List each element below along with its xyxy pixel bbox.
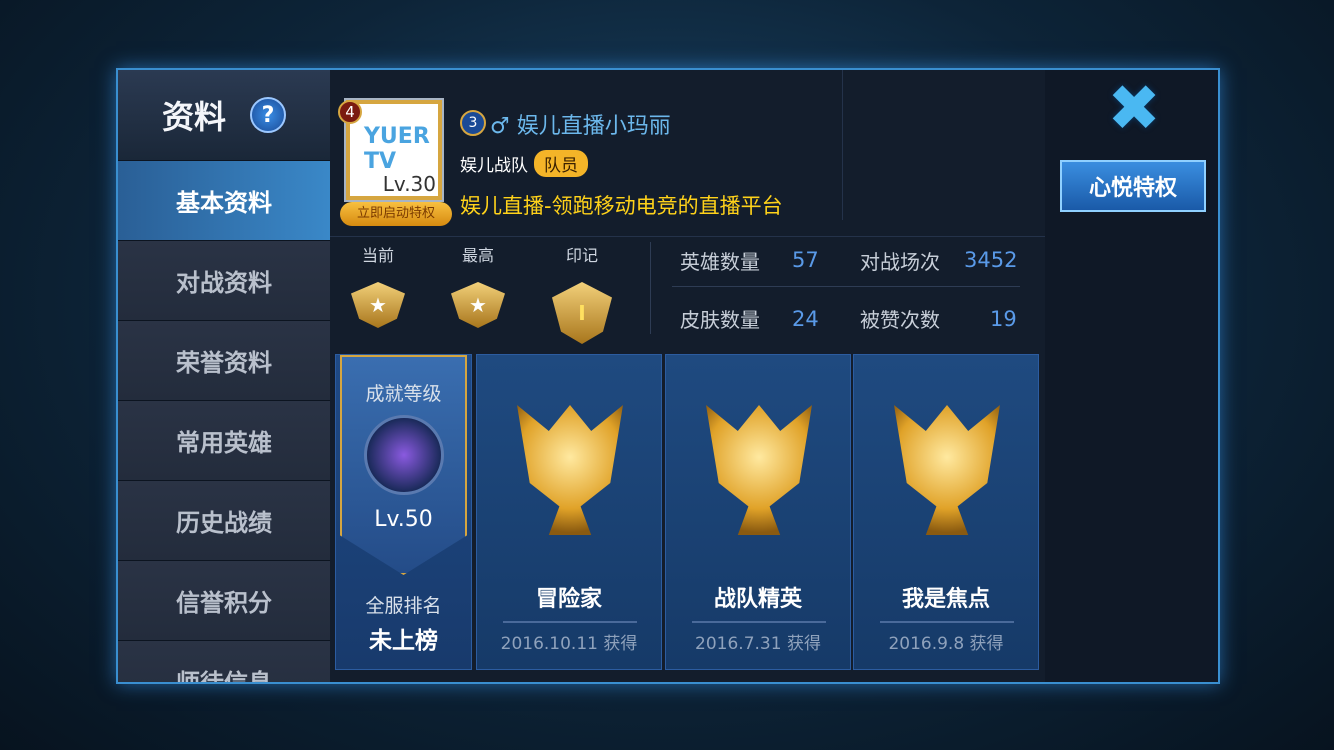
achievement-name: 战队精英 [713, 587, 802, 612]
crystal-sword-icon [364, 415, 444, 495]
sidebar-item-basic-info[interactable]: 基本资料 [118, 160, 330, 240]
divider [330, 236, 1045, 237]
heroes-value: 57 [792, 248, 819, 272]
right-column: ✖ 心悦特权 [1045, 70, 1218, 682]
divider [672, 286, 1020, 287]
achievement-card[interactable]: 战队精英 2016.7.31 获得 [665, 354, 851, 670]
highest-rank[interactable]: 最高 ★ [438, 242, 518, 328]
team-name[interactable]: 娱儿战队 [460, 151, 528, 176]
avatar-logo: YUER TV [364, 124, 430, 174]
star-medal-icon: ★ [451, 282, 505, 328]
divider [842, 70, 843, 220]
sidebar-item-match-history[interactable]: 历史战绩 [118, 480, 330, 560]
player-motto: 娱儿直播-领跑移动电竞的直播平台 [460, 194, 783, 218]
current-rank[interactable]: 当前 ★ [338, 242, 418, 328]
skins-label: 皮肤数量 [680, 308, 760, 332]
achievement-card[interactable]: 我是焦点 2016.9.8 获得 [853, 354, 1039, 670]
likes-label: 被赞次数 [860, 308, 940, 332]
matches-label: 对战场次 [860, 250, 940, 274]
current-rank-label: 当前 [361, 246, 394, 265]
achievement-date: 2016.7.31 获得 [695, 634, 821, 654]
sidebar-header: 资料 ? [118, 70, 330, 160]
achievement-date: 2016.10.11 获得 [500, 634, 638, 654]
trophy-icon [517, 405, 623, 535]
achievement-name: 冒险家 [535, 587, 602, 612]
sidebar-item-honor-info[interactable]: 荣誉资料 [118, 320, 330, 400]
skins-value: 24 [792, 307, 819, 331]
vip-level-badge: 3 [460, 110, 486, 136]
sidebar-item-common-heroes[interactable]: 常用英雄 [118, 400, 330, 480]
divider [650, 242, 651, 334]
achievement-title: 成就等级 [365, 383, 442, 405]
sidebar-item-battle-info[interactable]: 对战资料 [118, 240, 330, 320]
sidebar: 资料 ? 基本资料 对战资料 荣誉资料 常用英雄 历史战绩 信誉积分 师徒信息 [118, 70, 330, 682]
divider [503, 621, 637, 623]
mark-emblem-icon: I [552, 282, 612, 344]
sidebar-title: 资料 [161, 98, 226, 136]
server-rank-value: 未上榜 [369, 628, 438, 654]
close-icon[interactable]: ✖ [1105, 77, 1163, 141]
team-role-badge: 队员 [534, 150, 588, 177]
star-medal-icon: ★ [351, 282, 405, 328]
xinyue-privilege-button[interactable]: 心悦特权 [1060, 160, 1206, 212]
profile-panel: 资料 ? 基本资料 对战资料 荣誉资料 常用英雄 历史战绩 信誉积分 师徒信息 … [116, 68, 1220, 684]
server-rank-label: 全服排名 [365, 595, 442, 617]
heroes-label: 英雄数量 [680, 250, 760, 274]
trophy-icon [706, 405, 812, 535]
help-icon[interactable]: ? [250, 97, 286, 133]
divider [880, 621, 1014, 623]
player-name: 娱儿直播小玛丽 [516, 114, 671, 139]
achievement-level-panel[interactable]: 成就等级 Lv.50 全服排名 未上榜 [335, 354, 472, 670]
player-name-row: ♂ 娱儿直播小玛丽 [490, 108, 671, 140]
divider [692, 621, 826, 623]
matches-value: 3452 [964, 248, 1018, 272]
mark-label: 印记 [565, 246, 598, 265]
sidebar-item-credit-score[interactable]: 信誉积分 [118, 560, 330, 640]
trophy-icon [894, 405, 1000, 535]
likes-value: 19 [990, 307, 1017, 331]
achievement-level: Lv.50 [374, 507, 433, 532]
sidebar-item-mentor-info[interactable]: 师徒信息 [118, 640, 330, 682]
achievement-card[interactable]: 冒险家 2016.10.11 获得 [476, 354, 662, 670]
achievement-date: 2016.9.8 获得 [888, 634, 1004, 654]
male-icon: ♂ [490, 114, 510, 139]
rank-badge: 4 [338, 100, 362, 124]
rank-mark[interactable]: 印记 I [542, 242, 622, 344]
privilege-button[interactable]: 立即启动特权 [340, 202, 452, 226]
highest-rank-label: 最高 [461, 246, 494, 265]
team-row: 娱儿战队 队员 [460, 150, 588, 177]
player-level: Lv.30 [382, 172, 436, 196]
main-content: YUER TV Lv.30 4 立即启动特权 3 ♂ 娱儿直播小玛丽 娱儿战队 … [330, 70, 1045, 682]
achievement-name: 我是焦点 [901, 587, 990, 612]
